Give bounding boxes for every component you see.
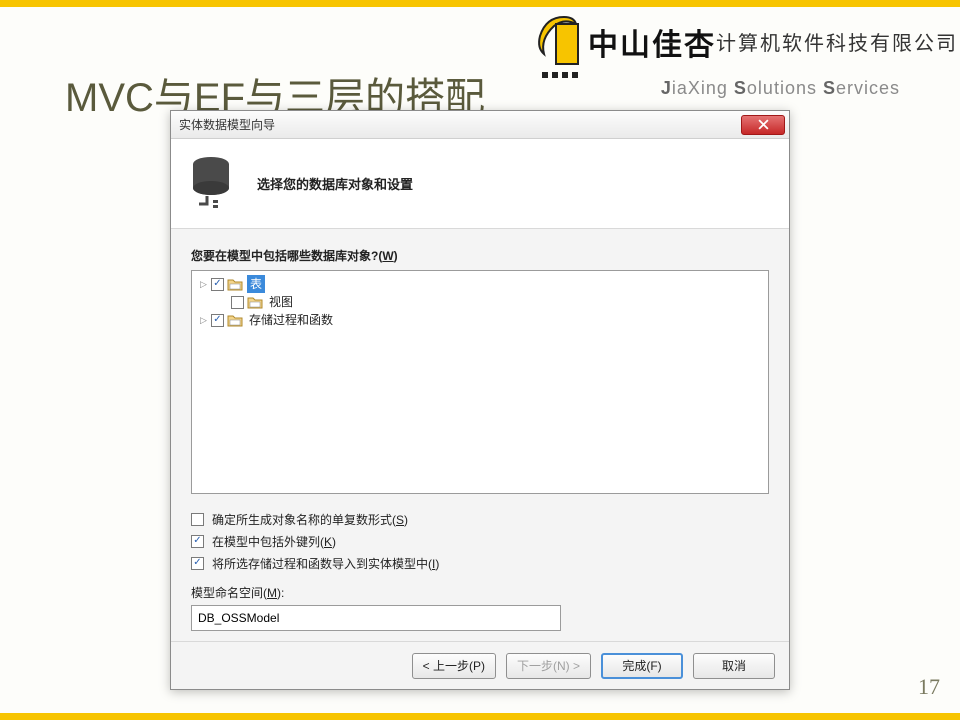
next-button: 下一步(N) > bbox=[506, 653, 591, 679]
company-name-sub: 计算机软件科技有限公司 bbox=[716, 27, 958, 56]
company-name-main: 中山佳杏 bbox=[588, 20, 716, 64]
database-icon bbox=[189, 154, 239, 214]
option-pluralize[interactable]: 确定所生成对象名称的单复数形式(S) bbox=[191, 508, 769, 530]
checkbox-tables[interactable] bbox=[211, 278, 224, 291]
tree-label-sprocs[interactable]: 存储过程和函数 bbox=[247, 311, 335, 329]
checkbox-pluralize[interactable] bbox=[191, 513, 204, 526]
tree-label-tables[interactable]: 表 bbox=[247, 275, 265, 293]
bottom-accent-strip bbox=[0, 713, 960, 720]
dialog-body: 您要在模型中包括哪些数据库对象?(W) ▷ 表 ▷ 视图 ▷ bbox=[171, 229, 789, 641]
option-fkeys[interactable]: 在模型中包括外键列(K) bbox=[191, 530, 769, 552]
prompt-label: 您要在模型中包括哪些数据库对象?(W) bbox=[191, 247, 769, 264]
expander-icon[interactable]: ▷ bbox=[198, 315, 209, 326]
dialog-footer: < 上一步(P) 下一步(N) > 完成(F) 取消 bbox=[171, 641, 789, 689]
prev-button[interactable]: < 上一步(P) bbox=[412, 653, 496, 679]
tree-label-views[interactable]: 视图 bbox=[267, 293, 295, 311]
db-objects-tree[interactable]: ▷ 表 ▷ 视图 ▷ 存储过程和函数 bbox=[191, 270, 769, 494]
company-logo-block: 中山佳杏 计算机软件科技有限公司 bbox=[534, 14, 958, 69]
options-group: 确定所生成对象名称的单复数形式(S) 在模型中包括外键列(K) 将所选存储过程和… bbox=[191, 508, 769, 574]
prompt-suffix: ) bbox=[394, 249, 398, 263]
checkbox-importsp[interactable] bbox=[191, 557, 204, 570]
tree-item-sprocs[interactable]: ▷ 存储过程和函数 bbox=[198, 311, 762, 329]
wizard-dialog: 实体数据模型向导 选择您的数据库对象和设置 您要在模型中包括哪些数据库对象?(W… bbox=[170, 110, 790, 690]
cancel-button[interactable]: 取消 bbox=[693, 653, 775, 679]
namespace-input[interactable] bbox=[191, 605, 561, 631]
folder-icon bbox=[247, 295, 263, 309]
page-number: 17 bbox=[918, 674, 940, 700]
namespace-label: 模型命名空间(M): bbox=[191, 584, 769, 601]
expander-icon[interactable]: ▷ bbox=[198, 279, 209, 290]
tree-item-views[interactable]: ▷ 视图 bbox=[198, 293, 762, 311]
folder-icon bbox=[227, 277, 243, 291]
dialog-titlebar: 实体数据模型向导 bbox=[171, 111, 789, 139]
close-button[interactable] bbox=[741, 115, 785, 135]
checkbox-views[interactable] bbox=[231, 296, 244, 309]
folder-icon bbox=[227, 313, 243, 327]
option-importsp-label: 将所选存储过程和函数导入到实体模型中(I) bbox=[212, 555, 439, 572]
checkbox-sprocs[interactable] bbox=[211, 314, 224, 327]
prompt-key: W bbox=[382, 249, 393, 263]
option-fkeys-label: 在模型中包括外键列(K) bbox=[212, 533, 336, 550]
prompt-text: 您要在模型中包括哪些数据库对象?( bbox=[191, 249, 382, 263]
checkbox-fkeys[interactable] bbox=[191, 535, 204, 548]
top-accent-strip bbox=[0, 0, 960, 7]
company-logo-icon bbox=[534, 14, 584, 69]
banner-heading: 选择您的数据库对象和设置 bbox=[257, 174, 413, 193]
finish-button[interactable]: 完成(F) bbox=[601, 653, 683, 679]
logo-dots bbox=[542, 72, 578, 78]
tree-item-tables[interactable]: ▷ 表 bbox=[198, 275, 762, 293]
company-name-en: JiaXing Solutions Services bbox=[661, 78, 900, 99]
slide-title-part1: MVC bbox=[65, 76, 154, 120]
option-importsp[interactable]: 将所选存储过程和函数导入到实体模型中(I) bbox=[191, 552, 769, 574]
dialog-title: 实体数据模型向导 bbox=[179, 116, 275, 133]
option-pluralize-label: 确定所生成对象名称的单复数形式(S) bbox=[212, 511, 408, 528]
dialog-banner: 选择您的数据库对象和设置 bbox=[171, 139, 789, 229]
